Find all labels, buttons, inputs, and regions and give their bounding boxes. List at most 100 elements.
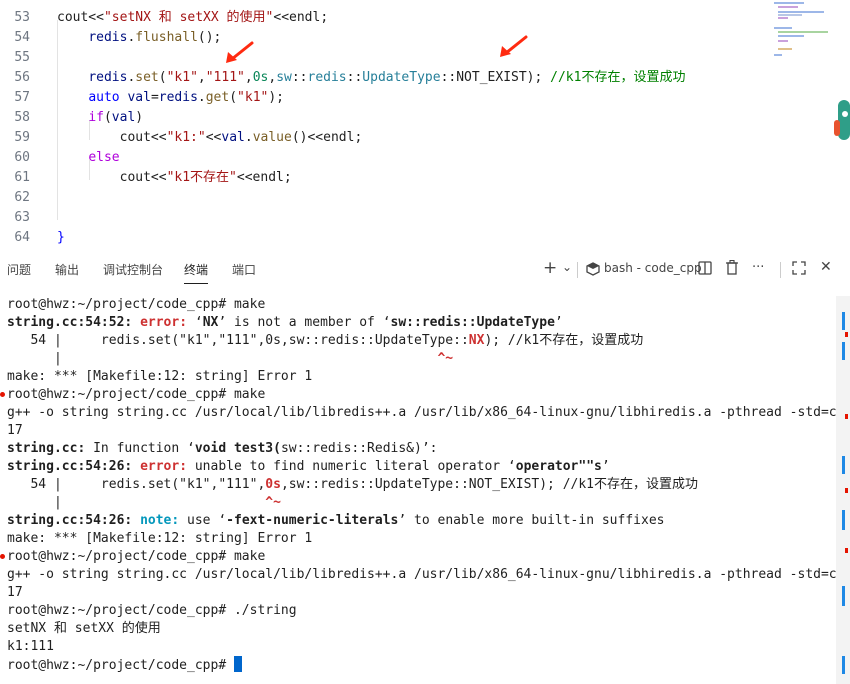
terminal-instance-label[interactable]: bash - code_cpp [604, 261, 702, 275]
terminal-line: 17 [7, 422, 23, 440]
code-token: <<endl; [273, 10, 329, 25]
command-failed-decoration[interactable] [0, 392, 5, 397]
terminal-text: ^~ [265, 495, 281, 510]
line-number: 59 [14, 130, 30, 145]
code-token: redis [88, 30, 128, 45]
line-number: 55 [14, 50, 30, 65]
divider [577, 262, 578, 278]
terminal-text: ’ [554, 315, 563, 330]
terminal-text: string.cc: [7, 441, 86, 456]
code-line[interactable]: redis.flushall(); [57, 28, 221, 48]
code-token: val [127, 90, 151, 105]
terminal-text: | [7, 495, 266, 510]
line-number: 60 [14, 150, 30, 165]
terminal-line: string.cc:54:26: error: unable to find n… [7, 458, 610, 476]
terminal-text: note: [140, 513, 180, 528]
terminal-text: setNX 和 setXX 的使用 [7, 621, 161, 636]
terminal-text: -fext-numeric-literals [226, 513, 399, 528]
code-token: //k1不存在，设置成功 [550, 70, 686, 85]
code-token: ( [158, 70, 167, 85]
minimap[interactable] [772, 0, 832, 60]
tab-debug-console[interactable]: 调试控制台 [103, 261, 163, 278]
maximize-panel-icon[interactable] [792, 261, 806, 275]
terminal-text: unable to find numeric literal operator … [187, 459, 516, 474]
chevron-down-icon[interactable]: ⌄ [562, 260, 572, 274]
line-number: 53 [14, 10, 30, 25]
terminal-text: root@hwz:~/project/code_cpp# make [7, 387, 266, 402]
code-token: ( [229, 90, 238, 105]
code-token: . [244, 130, 253, 145]
code-line[interactable]: cout<<"setNX 和 setXX 的使用"<<endl; [57, 8, 328, 28]
code-token: ) [135, 110, 144, 125]
code-token: "k1" [166, 70, 198, 85]
code-token: redis [307, 70, 347, 85]
command-failed-decoration[interactable] [0, 554, 5, 559]
code-token: :: [291, 70, 308, 85]
code-token: sw [276, 70, 292, 85]
line-number: 57 [14, 90, 30, 105]
terminal-line: string.cc: In function ‘void test3(sw::r… [7, 440, 438, 458]
code-editor[interactable]: 53 54 55 56 57 58 59 60 61 62 63 64 cout<<"setNX 和 … [0, 0, 850, 250]
code-line[interactable]: else [57, 148, 120, 168]
terminal-line: make: *** [Makefile:12: string] Error 1 [7, 368, 312, 386]
assistant-mascot-icon[interactable] [834, 100, 850, 146]
line-number: 63 [14, 210, 30, 225]
terminal-line: | ^~ [7, 494, 281, 512]
code-token: } [57, 230, 65, 245]
line-number: 56 [14, 70, 30, 85]
terminal-text: | [7, 351, 438, 366]
terminal-text: make: *** [Makefile:12: string] Error 1 [7, 369, 313, 384]
tab-ports[interactable]: 端口 [232, 261, 256, 278]
code-line[interactable]: redis.set("k1","111",0s,sw::redis::Updat… [57, 68, 685, 88]
tab-output[interactable]: 输出 [55, 261, 79, 278]
split-terminal-icon[interactable] [698, 261, 712, 275]
code-token: cout<< [57, 130, 167, 145]
code-token: (); [197, 30, 222, 45]
tab-terminal[interactable]: 终端 [184, 261, 209, 284]
terminal-text: NX [202, 315, 219, 330]
red-arrow-annotation [226, 41, 254, 63]
code-line[interactable]: auto val=redis.get("k1"); [57, 88, 284, 108]
terminal-output[interactable]: root@hwz:~/project/code_cpp# make string.… [0, 296, 850, 684]
tab-problems[interactable]: 问题 [7, 261, 31, 278]
terminal-scrollbar[interactable] [836, 296, 850, 684]
divider [780, 262, 781, 278]
terminal-line: root@hwz:~/project/code_cpp# make [7, 386, 265, 404]
terminal-line: k1:111 [7, 638, 54, 656]
terminal-line: root@hwz:~/project/code_cpp# make [7, 548, 265, 566]
terminal-line: setNX 和 setXX 的使用 [7, 620, 161, 638]
new-terminal-button[interactable]: + [543, 258, 557, 278]
more-actions-icon[interactable]: ··· [752, 260, 764, 275]
code-token: "setNX 和 setXX 的使用" [103, 10, 274, 25]
code-line[interactable]: if(val) [57, 108, 143, 128]
close-panel-icon[interactable]: ✕ [820, 259, 832, 275]
code-line[interactable]: } [57, 228, 65, 248]
code-line[interactable]: cout<<"k1:"<<val.value()<<endl; [57, 128, 363, 148]
terminal-text: ); //k1不存在，设置成功 [484, 333, 644, 348]
code-token: cout<< [57, 170, 167, 185]
code-token: . [197, 90, 206, 105]
terminal-text: root@hwz:~/project/code_cpp# make [7, 549, 266, 564]
terminal-line: 54 | redis.set("k1","111",0s,sw::redis::… [7, 332, 643, 350]
terminal-text: ‘ [187, 315, 203, 330]
code-token: ()<<endl; [291, 130, 363, 145]
red-arrow-annotation [500, 35, 528, 57]
line-number: 64 [14, 230, 30, 245]
code-token: val [111, 110, 136, 125]
terminal-line: root@hwz:~/project/code_cpp# make [7, 296, 265, 314]
terminal-line: root@hwz:~/project/code_cpp# ./string [7, 602, 297, 620]
code-token: <<endl; [236, 170, 292, 185]
code-token: , [244, 70, 253, 85]
terminal-line: make: *** [Makefile:12: string] Error 1 [7, 530, 312, 548]
trash-icon[interactable] [725, 260, 739, 275]
code-token: get [205, 90, 230, 105]
code-token: else [88, 150, 120, 165]
line-number: 62 [14, 190, 30, 205]
code-token: "k1不存在" [166, 170, 237, 185]
terminal-line: 54 | redis.set("k1","111",0s,sw::redis::… [7, 476, 698, 494]
code-token: value [252, 130, 292, 145]
code-line[interactable]: cout<<"k1不存在"<<endl; [57, 168, 292, 188]
